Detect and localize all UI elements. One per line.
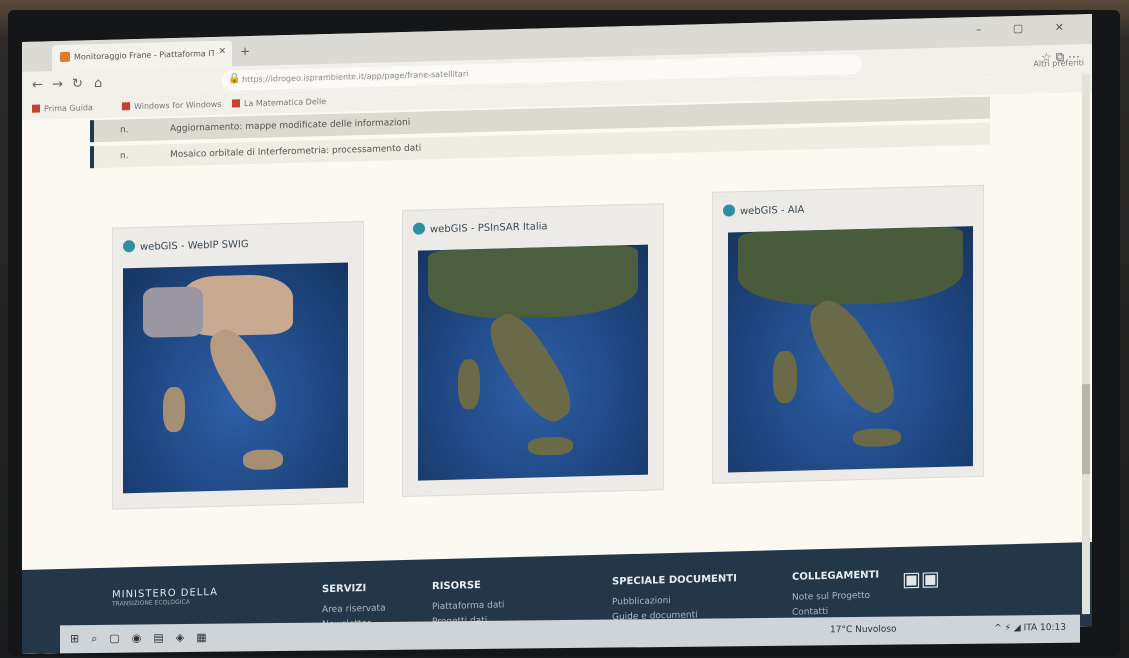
new-tab-button[interactable]: +	[240, 44, 250, 58]
bookmark-item[interactable]: Prima Guida	[32, 103, 93, 114]
bookmark-item[interactable]: Windows for Windows	[122, 100, 222, 112]
back-icon[interactable]: ←	[32, 77, 43, 92]
tab-title: Monitoraggio Frane - Piattaforma IT	[74, 48, 214, 62]
footer-heading: SPECIALE DOCUMENTI	[612, 573, 737, 588]
bookmark-item[interactable]: La Matematica Delle	[232, 97, 326, 108]
partner-badges-icon[interactable]: ▣▣	[902, 566, 940, 591]
close-tab-icon[interactable]: ✕	[218, 47, 226, 57]
card-title: webGIS - WebIP SWIG	[123, 237, 249, 253]
home-icon[interactable]: ⌂	[94, 76, 102, 91]
map-card-webip[interactable]: webGIS - WebIP SWIG	[112, 221, 364, 510]
webgis-logo-icon	[123, 240, 135, 253]
notice-text: Aggiornamento: mappe modificate delle in…	[170, 117, 411, 135]
refresh-icon[interactable]: ↻	[72, 76, 83, 91]
card-title: webGIS - PSInSAR Italia	[413, 219, 548, 236]
map-card-aia[interactable]: webGIS - AIA	[712, 184, 984, 484]
map-image[interactable]	[123, 262, 348, 494]
ministry-logo[interactable]: MINISTERO DELLA TRANSIZIONE ECOLOGICA	[112, 587, 218, 608]
map-image[interactable]	[418, 244, 648, 481]
webgis-logo-icon	[413, 222, 425, 235]
footer-link[interactable]: Area riservata	[322, 603, 386, 615]
card-title: webGIS - AIA	[723, 203, 804, 218]
weather-widget[interactable]: 17°C Nuvoloso	[830, 625, 897, 636]
footer-link[interactable]: Piattaforma dati	[432, 600, 504, 612]
favicon-icon	[60, 51, 70, 63]
scrollbar[interactable]	[1082, 74, 1090, 615]
footer-link[interactable]: Pubblicazioni	[612, 594, 737, 608]
webgis-logo-icon	[723, 204, 735, 217]
footer-column: COLLEGAMENTI Note sul Progetto Contatti	[792, 570, 879, 623]
map-image[interactable]	[728, 226, 973, 473]
taskbar-icons[interactable]: ⊞⌕▢◉▤◈▦	[70, 631, 219, 647]
page-content: n. Aggiornamento: mappe modificate delle…	[22, 91, 1092, 654]
footer-heading: COLLEGAMENTI	[792, 569, 880, 583]
notice-number: n.	[120, 125, 129, 136]
map-card-psinsar[interactable]: webGIS - PSInSAR Italia	[402, 203, 664, 498]
footer-heading: RISORSE	[432, 579, 481, 593]
scrollbar-thumb[interactable]	[1082, 384, 1090, 475]
lock-icon: 🔒	[228, 73, 241, 85]
system-tray[interactable]: ^ ⚡ ◢ ITA 10:13	[994, 623, 1066, 634]
other-favorites[interactable]: Altri preferiti	[1033, 58, 1084, 68]
window-controls[interactable]: – ▢ ✕	[976, 20, 1078, 36]
screen: Monitoraggio Frane - Piattaforma IT ✕ + …	[22, 13, 1092, 654]
forward-icon[interactable]: →	[52, 77, 63, 92]
url-text: https://idrogeo.isprambiente.it/app/page…	[242, 69, 469, 85]
footer-heading: SERVIZI	[322, 582, 367, 596]
footer-link[interactable]: Note sul Progetto	[792, 591, 879, 603]
notice-text: Mosaico orbitale di Interferometria: pro…	[170, 143, 422, 161]
notice-number: n.	[120, 151, 129, 162]
